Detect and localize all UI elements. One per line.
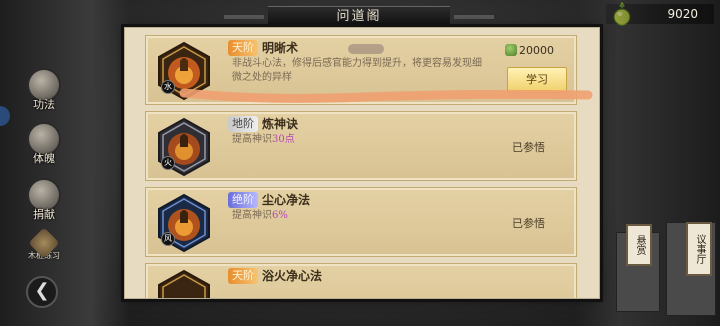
status-label: 已参悟	[512, 217, 545, 230]
grade-badge: 天阶	[228, 40, 258, 56]
skill-name: 炼神诀	[262, 117, 299, 131]
right-scenery: 悬赏 议事厅	[608, 222, 720, 326]
nav-label: 捐献	[33, 208, 55, 221]
skill-icon	[155, 269, 213, 298]
skill-name: 明晰术	[262, 41, 299, 55]
back-button[interactable]: ❮	[26, 276, 58, 308]
nav-label: 功法	[33, 98, 55, 111]
nav-item-tipo[interactable]: 体魄	[20, 122, 68, 174]
skill-row: 风 绝阶 尘心净法 提高神识6% 已参悟	[145, 187, 577, 257]
cost-row: 20000	[505, 42, 554, 60]
element-icon: 火	[161, 156, 175, 170]
nav-item-gongfa[interactable]: 功法	[20, 68, 68, 120]
skill-list[interactable]: 水 天阶 明晰术 非战斗心法，修得后感官能力得到提升，将更容易发现细微之处的异样…	[125, 28, 599, 298]
bounty-sign[interactable]: 悬赏	[626, 224, 652, 266]
toggle-pill	[348, 44, 384, 54]
skill-row: 火 地阶 炼神诀 提高神识30点 已参悟	[145, 111, 577, 181]
skill-row: 水 天阶 明晰术 非战斗心法，修得后感官能力得到提升，将更容易发现细微之处的异样…	[145, 35, 577, 105]
learn-button[interactable]: 学习	[507, 67, 567, 93]
nav-item-donate[interactable]: 捐献	[20, 178, 68, 230]
grade-badge: 天阶	[228, 268, 258, 284]
chevron-left-icon: ❮	[34, 280, 50, 301]
spirit-gourd-icon	[505, 44, 517, 56]
stat-value: 6%	[272, 210, 288, 221]
nav-label: 体魄	[33, 152, 55, 165]
status-label: 已参悟	[512, 141, 545, 154]
skill-desc: 非战斗心法，修得后感官能力得到提升，将更容易发现细微之处的异样	[232, 58, 482, 83]
grade-badge: 地阶	[228, 116, 258, 132]
stat-value: 30点	[272, 134, 295, 145]
desc-prefix: 提高神识	[232, 134, 272, 145]
cost-value: 20000	[519, 44, 554, 57]
skill-desc: 提高神识30点	[232, 133, 482, 147]
desc-prefix: 提高神识	[232, 210, 272, 221]
skill-row: 天阶 浴火净心法	[145, 263, 577, 298]
skill-list-panel: 水 天阶 明晰术 非战斗心法，修得后感官能力得到提升，将更容易发现细微之处的异样…	[124, 27, 600, 299]
skill-name: 浴火净心法	[262, 269, 323, 283]
element-icon: 风	[161, 232, 175, 246]
grade-badge: 绝阶	[228, 192, 258, 208]
element-icon: 水	[161, 80, 175, 94]
side-tab-indicator	[0, 106, 10, 126]
skill-desc: 提高神识6%	[232, 209, 482, 223]
currency-amount: 9020	[606, 4, 714, 24]
page-title: 问道阁	[224, 6, 494, 28]
council-hall-sign[interactable]: 议事厅	[686, 222, 712, 276]
skill-name: 尘心净法	[262, 193, 311, 207]
